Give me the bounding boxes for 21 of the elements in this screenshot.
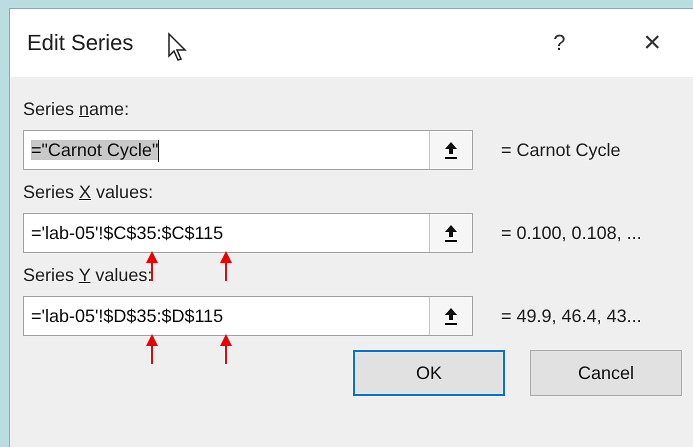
cancel-button[interactable]: Cancel xyxy=(530,350,682,396)
input-field[interactable]: ="Carnot Cycle" xyxy=(23,130,473,170)
input-field[interactable]: ='lab-05'!$D$35:$D$115 xyxy=(23,296,473,336)
upload-arrow-icon xyxy=(444,307,458,325)
upload-arrow-icon xyxy=(444,224,458,242)
field-label: Series name: xyxy=(23,99,130,121)
window-title: Edit Series xyxy=(27,30,134,56)
ok-button[interactable]: OK xyxy=(353,350,505,396)
collapse-dialog-button[interactable] xyxy=(429,214,472,252)
upload-arrow-icon xyxy=(444,141,458,159)
collapse-dialog-button[interactable] xyxy=(429,131,472,169)
mouse-pointer-icon xyxy=(167,32,190,62)
value-preview: = 0.100, 0.108, ... xyxy=(501,222,642,244)
value-preview: = 49.9, 46.4, 43... xyxy=(501,306,642,326)
field-label: Series X values: xyxy=(23,182,154,204)
close-button[interactable]: × xyxy=(643,26,661,60)
help-button[interactable]: ? xyxy=(553,30,566,56)
collapse-dialog-button[interactable] xyxy=(429,297,472,335)
value-preview: = Carnot Cycle xyxy=(501,140,621,160)
field-label: Series Y values: xyxy=(23,265,152,287)
input-field[interactable]: ='lab-05'!$C$35:$C$115 xyxy=(23,213,473,253)
